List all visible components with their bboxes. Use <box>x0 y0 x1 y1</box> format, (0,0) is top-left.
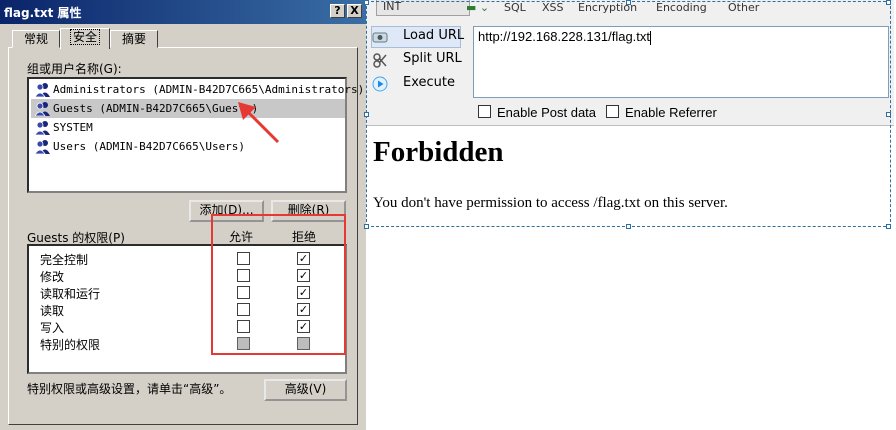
tab-summary[interactable]: 摘要 <box>110 30 158 48</box>
arrow-icons: ▬ ⌄ <box>466 1 490 14</box>
load-url-button[interactable]: Load URL <box>371 26 465 48</box>
execute-label: Execute <box>403 75 455 90</box>
load-url-icon <box>372 32 388 43</box>
user-item-label: SYSTEM <box>53 121 93 134</box>
allow-checkbox[interactable] <box>237 286 250 299</box>
deny-checkbox[interactable]: ✓ <box>297 286 310 299</box>
hackbar-dropdown-value: INT <box>383 0 402 13</box>
properties-dialog: flag.txt 属性 ? X 常规 安全 摘要 组或用户名称(G): Admi… <box>0 0 366 430</box>
add-button[interactable]: 添加(D)... <box>189 200 264 222</box>
load-url-label: Load URL <box>403 28 465 43</box>
execute-icon <box>372 76 388 92</box>
permission-special: 特别的权限 <box>40 338 101 352</box>
annotation-arrow-icon <box>238 102 280 144</box>
divider <box>366 125 894 126</box>
user-group-icon <box>35 83 50 97</box>
menu-encoding[interactable]: Encoding <box>656 1 707 14</box>
user-item-label: Guests (ADMIN-B42D7C665\Guests) <box>53 102 259 115</box>
menu-xss[interactable]: XSS <box>542 1 564 14</box>
allow-checkbox[interactable] <box>237 303 250 316</box>
deny-checkbox[interactable]: ✓ <box>297 252 310 265</box>
close-button[interactable]: X <box>347 4 362 18</box>
selection-handle[interactable] <box>626 0 631 5</box>
user-group-icon <box>35 102 50 116</box>
permission-read-execute: 读取和运行 <box>40 287 101 301</box>
user-item-label: Administrators (ADMIN-B42D7C665\Administ… <box>53 83 365 96</box>
menu-other[interactable]: Other <box>728 1 759 14</box>
enable-post-data-label: Enable Post data <box>497 105 597 120</box>
page-message: You don't have permission to access /fla… <box>373 195 728 211</box>
allow-checkbox[interactable] <box>237 269 250 282</box>
permission-modify: 修改 <box>40 270 65 284</box>
enable-referrer-checkbox[interactable] <box>606 105 619 118</box>
advanced-hint-text: 特别权限或高级设置，请单击“高级”。 <box>27 382 232 396</box>
selection-handle[interactable] <box>364 0 369 5</box>
browser-pane: INT ▬ ⌄ SQL XSS Encryption Encoding Othe… <box>366 0 896 430</box>
url-textarea[interactable]: http://192.168.228.131/flag.txt <box>473 26 889 98</box>
selection-handle[interactable] <box>886 0 891 5</box>
split-url-icon <box>373 53 387 68</box>
user-item-label: Users (ADMIN-B42D7C665\Users) <box>53 140 246 153</box>
selection-handle[interactable] <box>886 112 891 117</box>
selection-handle[interactable] <box>364 112 369 117</box>
enable-referrer-option[interactable]: Enable Referrer <box>606 105 717 120</box>
menu-sql[interactable]: SQL <box>504 1 526 14</box>
selection-handle[interactable] <box>364 224 369 229</box>
permission-write: 写入 <box>40 321 65 335</box>
user-item-administrators[interactable]: Administrators (ADMIN-B42D7C665\Administ… <box>31 80 364 99</box>
advanced-button[interactable]: 高级(V) <box>264 379 347 401</box>
tab-security-label: 安全 <box>69 29 100 45</box>
allow-header: 允许 <box>229 230 254 244</box>
remove-button[interactable]: 删除(R) <box>271 200 346 222</box>
user-list[interactable]: Administrators (ADMIN-B42D7C665\Administ… <box>27 77 364 193</box>
selection-handle[interactable] <box>886 224 891 229</box>
allow-checkbox <box>237 337 250 350</box>
deny-checkbox[interactable]: ✓ <box>297 303 310 316</box>
permission-read: 读取 <box>40 304 65 318</box>
tab-security[interactable]: 安全 <box>60 28 110 49</box>
page-heading: Forbidden <box>373 136 504 168</box>
selection-handle[interactable] <box>626 224 631 229</box>
group-or-user-label: 组或用户名称(G): <box>27 62 122 76</box>
tab-general[interactable]: 常规 <box>12 30 60 48</box>
deny-checkbox[interactable]: ✓ <box>297 320 310 333</box>
user-item-guests[interactable]: Guests (ADMIN-B42D7C665\Guests) <box>31 99 345 118</box>
enable-post-data-checkbox[interactable] <box>478 105 491 118</box>
title-bar[interactable]: flag.txt 属性 ? X <box>0 0 366 24</box>
window-title: flag.txt 属性 <box>4 6 82 20</box>
user-group-icon <box>35 140 50 154</box>
user-group-icon <box>35 121 50 135</box>
hackbar-dropdown[interactable]: INT <box>376 0 470 16</box>
deny-checkbox <box>297 337 310 350</box>
help-button[interactable]: ? <box>330 4 345 18</box>
deny-header: 拒绝 <box>292 230 317 244</box>
split-url-label: Split URL <box>403 51 462 66</box>
allow-checkbox[interactable] <box>237 320 250 333</box>
enable-post-data-option[interactable]: Enable Post data <box>478 105 596 120</box>
allow-checkbox[interactable] <box>237 252 250 265</box>
user-item-users[interactable]: Users (ADMIN-B42D7C665\Users) <box>31 137 345 156</box>
user-item-system[interactable]: SYSTEM <box>31 118 345 137</box>
enable-referrer-label: Enable Referrer <box>625 105 717 120</box>
permission-full-control: 完全控制 <box>40 253 89 267</box>
deny-checkbox[interactable]: ✓ <box>297 269 310 282</box>
